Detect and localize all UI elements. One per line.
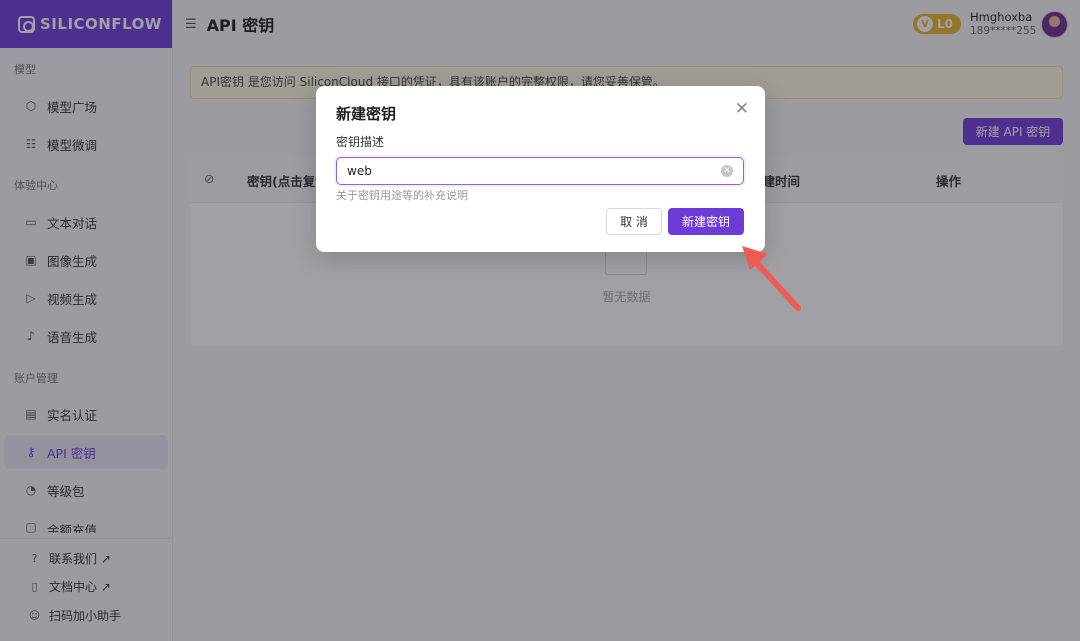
key-description-label: 密钥描述 xyxy=(336,135,385,149)
annotation-arrow-icon xyxy=(742,246,801,311)
key-description-input[interactable] xyxy=(347,164,717,178)
close-icon[interactable]: ✕ xyxy=(735,99,749,119)
create-key-button[interactable]: 新建密钥 xyxy=(668,208,744,235)
cancel-button[interactable]: 取 消 xyxy=(606,208,662,235)
clear-input-icon[interactable]: ✕ xyxy=(721,165,733,177)
new-key-dialog: 新建密钥 ✕ 密钥描述 ✕ 关于密钥用途等的补充说明 取 消 新建密钥 xyxy=(316,86,765,252)
key-description-field: ✕ xyxy=(336,157,744,185)
key-description-help: 关于密钥用途等的补充说明 xyxy=(336,189,468,202)
dialog-title: 新建密钥 xyxy=(336,105,397,123)
